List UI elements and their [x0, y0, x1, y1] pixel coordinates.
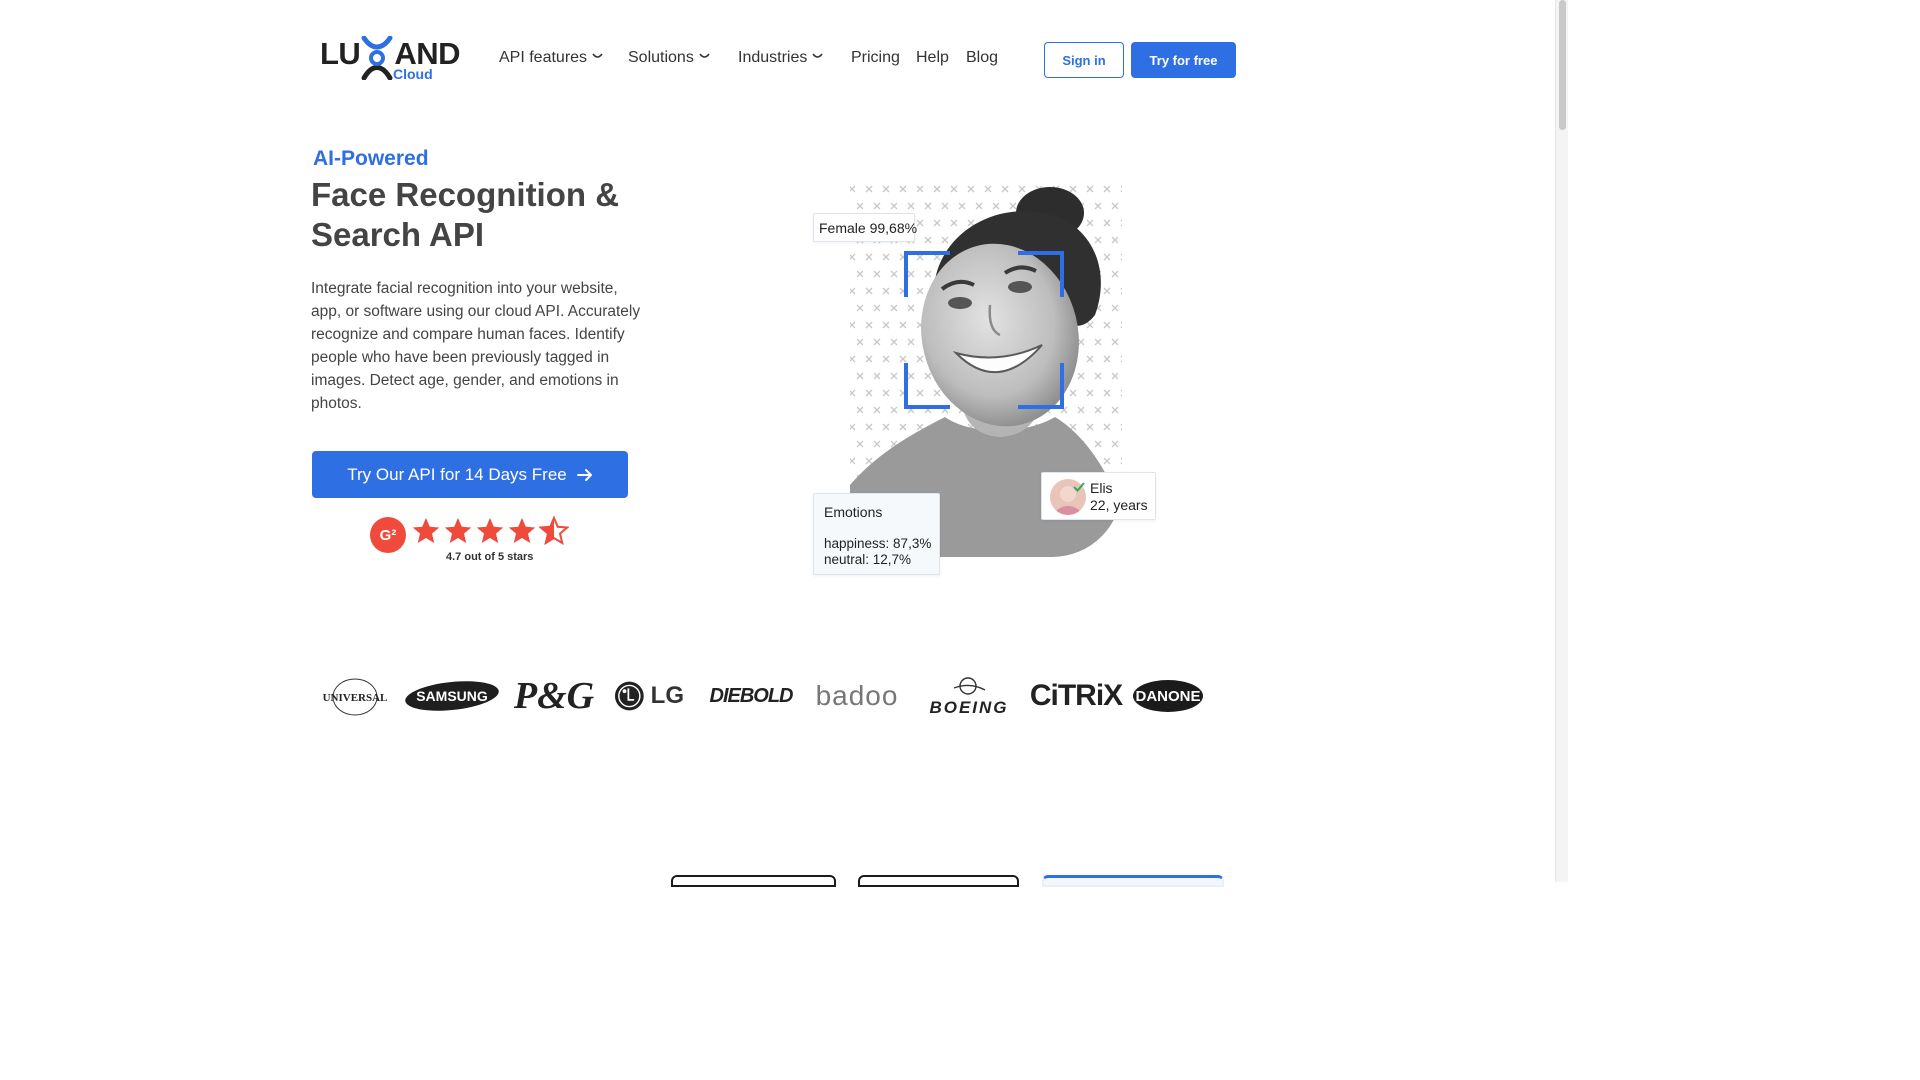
star-full-icon [508, 517, 536, 543]
boeing-wordmark: BOEING [929, 698, 1009, 717]
person-age: 22, years [1090, 497, 1148, 513]
chevron-down-icon [592, 53, 603, 58]
try-for-free-button[interactable]: Try for free [1131, 42, 1236, 78]
svg-text:UNIVERSAL: UNIVERSAL [323, 692, 388, 704]
arrow-right-icon [576, 468, 592, 481]
scrollbar-thumb[interactable] [1559, 0, 1566, 130]
hero-title: Face Recognition & Search API [311, 176, 620, 253]
hero-description: Integrate facial recognition into your w… [311, 280, 641, 412]
emotion-neutral: neutral: 12,7% [824, 552, 912, 567]
page-scrollbar[interactable] [1555, 0, 1568, 882]
star-full-icon [412, 517, 440, 543]
g2-badge-icon: G² [370, 517, 406, 553]
badoo-logo: badoo [815, 680, 899, 711]
logo-x-mark-icon [361, 36, 393, 80]
sign-in-button[interactable]: Sign in [1044, 42, 1124, 78]
nav-label: Solutions [628, 49, 694, 66]
hero-kicker: AI-Powered [313, 147, 429, 170]
nav-label: Industries [738, 49, 808, 66]
feature-card-3 [1042, 875, 1224, 887]
danone-logo: DANONE [1132, 668, 1204, 724]
check-icon [1073, 482, 1085, 492]
chevron-down-icon [699, 53, 710, 58]
nav-label: API features [499, 49, 588, 66]
rating-caption: 4.7 out of 5 stars [446, 551, 534, 563]
luxand-logo[interactable]: LU AND Cloud [320, 36, 460, 84]
diebold-logo: DIEBOLD [709, 684, 794, 707]
nav-pricing[interactable]: Pricing [851, 49, 900, 67]
emotion-happiness: happiness: 87,3% [824, 536, 932, 551]
lg-wordmark: LG [650, 682, 684, 709]
svg-text:SAMSUNG: SAMSUNG [416, 688, 488, 704]
boeing-emblem-icon [953, 677, 986, 695]
gender-detection-tag: Female 99,68% [813, 213, 917, 242]
chevron-down-icon [812, 53, 824, 58]
feature-card-2 [858, 875, 1019, 887]
client-logos: UNIVERSAL SAMSUNG P&G LG DIEBOLD badoo B… [318, 668, 1213, 724]
nav-industries[interactable]: Industries [738, 49, 824, 67]
samsung-logo: SAMSUNG [404, 668, 500, 724]
nav-solutions[interactable]: Solutions [628, 49, 710, 67]
g2-rating[interactable]: G² 4.7 out of 5 stars [370, 515, 570, 570]
citrix-logo: CiTRiX [1029, 679, 1123, 712]
try-api-cta-button[interactable]: Try Our API for 14 Days Free [312, 451, 628, 498]
logo-cloud-label: Cloud [393, 66, 433, 82]
boeing-logo: BOEING [918, 668, 1020, 724]
star-full-icon [476, 517, 504, 543]
nav-blog[interactable]: Blog [966, 49, 998, 67]
rating-stars [411, 515, 569, 551]
pg-logo: P&G [513, 675, 595, 717]
nav-api-features[interactable]: API features [499, 49, 603, 67]
cta-label: Try Our API for 14 Days Free [347, 464, 567, 484]
nav-help[interactable]: Help [916, 49, 949, 67]
feature-card-1 [671, 875, 836, 887]
lg-logo: LG [614, 668, 684, 724]
emotions-title: Emotions [824, 504, 883, 520]
person-name: Elis [1090, 480, 1113, 496]
svg-text:DANONE: DANONE [1135, 688, 1200, 705]
star-full-icon [444, 517, 472, 543]
universal-logo: UNIVERSAL [318, 668, 392, 724]
person-identification-card: Elis 22, years [1041, 472, 1156, 520]
star-half-icon [539, 515, 569, 546]
emotions-card: Emotions happiness: 87,3% neutral: 12,7% [813, 493, 940, 575]
